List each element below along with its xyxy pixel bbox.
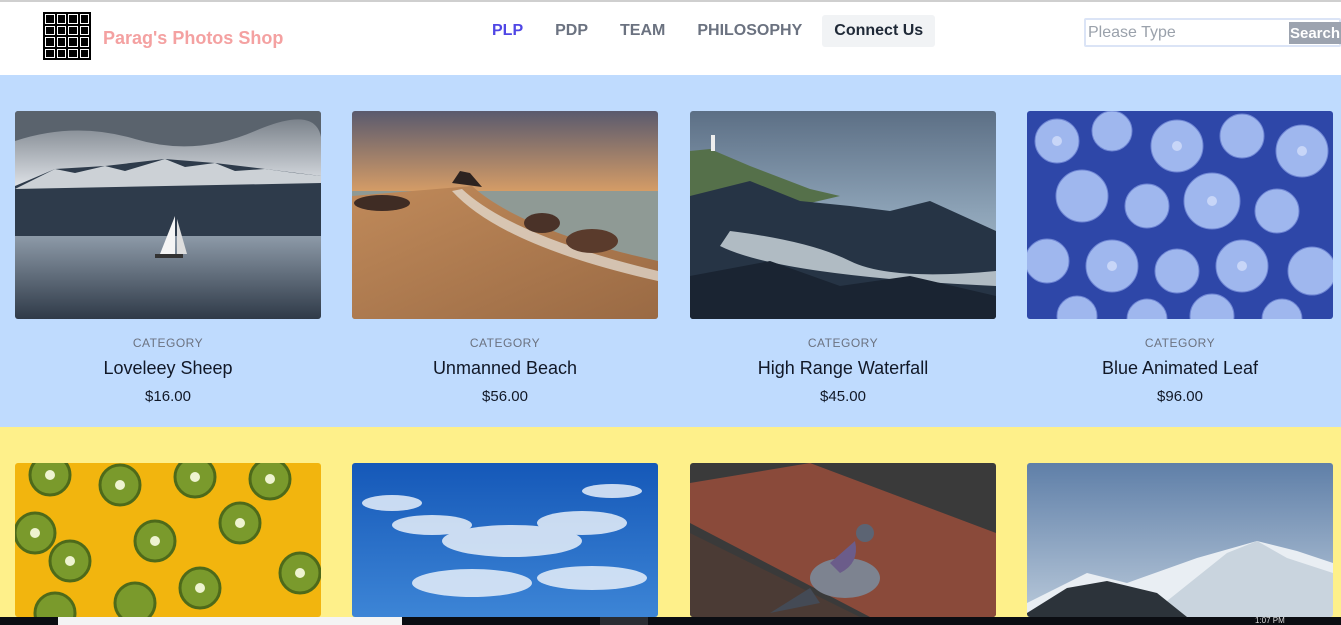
product-card[interactable] bbox=[352, 463, 658, 617]
product-price: $16.00 bbox=[145, 388, 191, 405]
site-header: Parag's Photos Shop PLP PDP TEAM PHILOSO… bbox=[0, 2, 1341, 75]
product-name[interactable]: Unmanned Beach bbox=[352, 358, 658, 379]
nav-team[interactable]: TEAM bbox=[608, 15, 677, 47]
product-card[interactable] bbox=[690, 463, 996, 617]
main-nav: PLP PDP TEAM PHILOSOPHY Connect Us bbox=[480, 15, 936, 47]
product-category: CATEGORY bbox=[807, 336, 879, 350]
taskbar-search-field[interactable] bbox=[58, 617, 402, 625]
product-price: $56.00 bbox=[482, 388, 528, 405]
product-image-mountains[interactable] bbox=[1027, 463, 1333, 617]
product-image-pigeon[interactable] bbox=[690, 463, 996, 617]
product-card[interactable]: CATEGORY Loveleey Sheep $16.00 bbox=[15, 111, 321, 405]
product-price: $45.00 bbox=[820, 388, 866, 405]
nav-connect-us-button[interactable]: Connect Us bbox=[822, 15, 936, 47]
product-category: CATEGORY bbox=[1144, 336, 1216, 350]
product-card[interactable]: CATEGORY High Range Waterfall $45.00 bbox=[690, 111, 996, 405]
nav-philosophy[interactable]: PHILOSOPHY bbox=[685, 15, 814, 47]
product-name[interactable]: High Range Waterfall bbox=[690, 358, 996, 379]
product-card[interactable] bbox=[15, 463, 321, 617]
product-price: $96.00 bbox=[1157, 388, 1203, 405]
product-name[interactable]: Blue Animated Leaf bbox=[1027, 358, 1333, 379]
taskbar-app-icon[interactable] bbox=[600, 617, 648, 625]
grid-logo-icon[interactable] bbox=[43, 12, 91, 60]
brand-name[interactable]: Parag's Photos Shop bbox=[103, 28, 283, 49]
product-image-blue-flowers[interactable] bbox=[1027, 111, 1333, 319]
product-image-beach[interactable] bbox=[352, 111, 658, 319]
product-name[interactable]: Loveleey Sheep bbox=[15, 358, 321, 379]
product-card[interactable]: CATEGORY Unmanned Beach $56.00 bbox=[352, 111, 658, 405]
nav-pdp[interactable]: PDP bbox=[543, 15, 600, 47]
product-image-waterfall[interactable] bbox=[690, 111, 996, 319]
product-card[interactable]: CATEGORY Blue Animated Leaf $96.00 bbox=[1027, 111, 1333, 405]
product-image-kiwi[interactable] bbox=[15, 463, 321, 617]
product-image-clouds[interactable] bbox=[352, 463, 658, 617]
search-input[interactable] bbox=[1088, 22, 1287, 44]
nav-plp[interactable]: PLP bbox=[480, 15, 535, 47]
product-category: CATEGORY bbox=[132, 336, 204, 350]
taskbar-clock: 1:07 PM bbox=[1255, 617, 1285, 625]
product-card[interactable] bbox=[1027, 463, 1333, 617]
product-category: CATEGORY bbox=[469, 336, 541, 350]
product-image-sailboat[interactable] bbox=[15, 111, 321, 319]
search-button[interactable]: Search bbox=[1289, 22, 1341, 44]
search-box: Search bbox=[1084, 18, 1341, 47]
